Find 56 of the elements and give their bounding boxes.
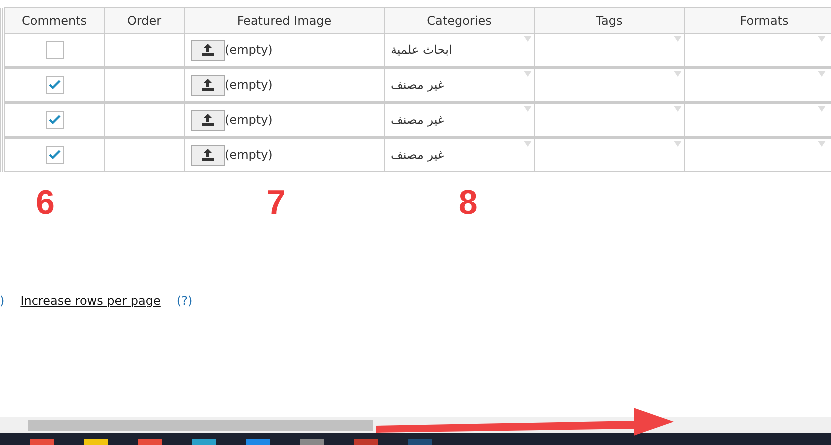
- dropdown-corner-icon: [524, 106, 532, 114]
- image-value: (empty): [225, 147, 273, 162]
- taskbar-icon[interactable]: [300, 439, 324, 445]
- dropdown-corner-icon: [818, 71, 826, 79]
- taskbar-icon[interactable]: [84, 439, 108, 445]
- dropdown-corner-icon: [674, 71, 682, 79]
- check-icon: [48, 115, 60, 125]
- dropdown-corner-icon: [524, 36, 532, 44]
- upload-button[interactable]: [191, 110, 225, 130]
- comments-checkbox[interactable]: [46, 41, 64, 59]
- image-value: (empty): [225, 42, 273, 56]
- dropdown-corner-icon: [818, 106, 826, 114]
- category-value: غير مصنف: [391, 113, 444, 127]
- upload-button[interactable]: [191, 74, 225, 96]
- taskbar-icon[interactable]: [354, 439, 378, 445]
- taskbar-icon[interactable]: [138, 439, 162, 445]
- dropdown-corner-icon: [674, 141, 682, 149]
- taskbar-icon[interactable]: [408, 439, 432, 445]
- upload-icon: [201, 114, 215, 126]
- upload-icon: [201, 44, 215, 56]
- category-value: غير مصنف: [391, 148, 444, 162]
- column-header[interactable]: Categories: [384, 8, 534, 34]
- category-value: ابحاث علمية: [391, 43, 452, 57]
- image-value: (empty): [225, 112, 273, 126]
- upload-button[interactable]: [191, 144, 225, 166]
- dropdown-corner-icon: [524, 141, 532, 149]
- annotation-number: 6: [36, 184, 55, 224]
- dropdown-corner-icon: [524, 71, 532, 79]
- column-header[interactable]: Formats: [684, 8, 831, 34]
- column-header[interactable]: Order: [104, 8, 184, 34]
- upload-icon: [201, 149, 215, 161]
- dropdown-corner-icon: [674, 36, 682, 44]
- dropdown-corner-icon: [674, 106, 682, 114]
- dropdown-corner-icon: [818, 141, 826, 149]
- comments-checkbox[interactable]: [46, 76, 64, 94]
- comments-checkbox[interactable]: [46, 111, 64, 129]
- dropdown-corner-icon: [818, 36, 826, 44]
- check-icon: [48, 150, 60, 160]
- check-icon: [48, 80, 60, 90]
- taskbar-icon[interactable]: [246, 439, 270, 445]
- image-value: (empty): [225, 77, 273, 92]
- upload-icon: [201, 79, 215, 91]
- taskbar-icon[interactable]: [192, 439, 216, 445]
- scrollbar-thumb[interactable]: [28, 420, 373, 431]
- category-value: غير مصنف: [391, 78, 444, 92]
- column-header[interactable]: Featured Image: [184, 8, 384, 34]
- annotation-number: 7: [266, 184, 286, 224]
- help-link[interactable]: (?): [176, 294, 193, 308]
- increase-rows-link[interactable]: Increase rows per page: [20, 294, 161, 308]
- help-link[interactable]: ): [0, 294, 5, 308]
- column-header[interactable]: Tags: [534, 8, 684, 34]
- upload-button[interactable]: [191, 40, 225, 60]
- annotation-number: 8: [458, 184, 478, 224]
- taskbar-icon[interactable]: [30, 439, 54, 445]
- comments-checkbox[interactable]: [46, 146, 64, 164]
- column-header[interactable]: Comments: [4, 8, 104, 34]
